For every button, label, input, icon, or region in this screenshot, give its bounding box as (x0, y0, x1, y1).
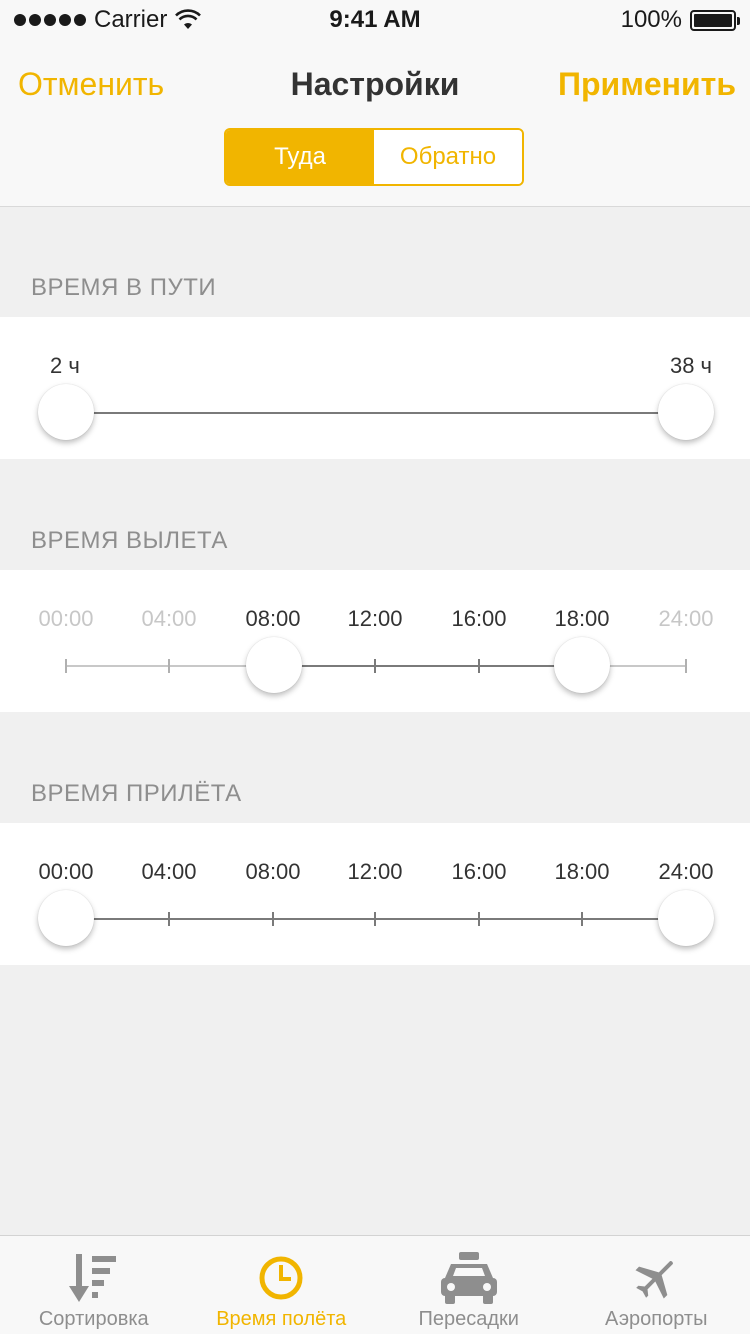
arrival-tick-label: 18:00 (554, 859, 610, 884)
cancel-button[interactable]: Отменить (18, 66, 164, 103)
travel-time-track[interactable] (66, 412, 686, 414)
status-bar: Carrier 9:41 AM 100% (0, 0, 750, 40)
travel-time-max-handle[interactable] (658, 384, 714, 440)
tab-sorting[interactable]: Сортировка (0, 1236, 188, 1334)
arrival-tick-label: 00:00 (38, 859, 94, 884)
arrival-tick-label: 04:00 (141, 859, 197, 884)
departure-tick (168, 659, 170, 673)
travel-time-max-label: 38 ч (669, 353, 712, 378)
arrival-tick (478, 912, 480, 926)
arrival-tick-label: 16:00 (451, 859, 507, 884)
arrival-tick (581, 912, 583, 926)
tab-airports-label: Аэропорты (605, 1308, 708, 1330)
departure-tick (685, 659, 687, 673)
arrival-tick-label: 08:00 (245, 859, 301, 884)
arrival-track[interactable] (66, 918, 686, 920)
departure-to-handle[interactable] (554, 637, 610, 693)
apply-button[interactable]: Применить (558, 66, 736, 103)
arrival-from-handle[interactable] (38, 890, 94, 946)
departure-section-title: ВРЕМЯ ВЫЛЕТА (31, 527, 228, 554)
tab-sorting-label: Сортировка (38, 1308, 149, 1330)
tab-transfers[interactable]: Пересадки (375, 1236, 563, 1334)
battery-icon (690, 9, 740, 31)
tab-transfers-label: Пересадки (418, 1308, 519, 1330)
departure-selected-range (274, 665, 582, 667)
travel-time-section-title: ВРЕМЯ В ПУТИ (31, 274, 217, 301)
departure-tick (478, 659, 480, 673)
departure-tick-label: 24:00 (658, 606, 714, 631)
arrival-slider-card: 00:00 04:00 08:00 12:00 16:00 18:00 24:0… (0, 823, 750, 965)
travel-time-min-label: 2 ч (50, 353, 80, 378)
navigation-header: Carrier 9:41 AM 100% Отменить Настройки … (0, 0, 750, 207)
departure-tick-label: 08:00 (245, 606, 301, 631)
arrival-tick (272, 912, 274, 926)
departure-tick-label: 00:00 (38, 606, 94, 631)
airplane-icon (626, 1248, 686, 1308)
tab-bar: Сортировка Время полёта Пересадки Аэропо… (0, 1235, 750, 1334)
travel-time-slider-card: 2 ч 38 ч (0, 317, 750, 459)
sort-icon (64, 1248, 124, 1308)
direction-segmented-control: Туда Обратно (224, 128, 524, 186)
battery-percent: 100% (620, 6, 682, 33)
departure-tick-label: 04:00 (141, 606, 197, 631)
arrival-tick (374, 912, 376, 926)
arrival-to-handle[interactable] (658, 890, 714, 946)
arrival-tick-label: 12:00 (347, 859, 403, 884)
arrival-section-title: ВРЕМЯ ПРИЛЁТА (31, 780, 242, 807)
departure-tick-label: 12:00 (347, 606, 403, 631)
segment-outbound[interactable]: Туда (226, 130, 374, 184)
departure-tick-label: 18:00 (554, 606, 610, 631)
arrival-tick (168, 912, 170, 926)
tab-flight-time[interactable]: Время полёта (188, 1236, 376, 1334)
departure-tick (65, 659, 67, 673)
taxi-icon (439, 1248, 499, 1308)
departure-slider-card: 00:00 04:00 08:00 12:00 16:00 18:00 24:0… (0, 570, 750, 712)
departure-tick (374, 659, 376, 673)
tab-flight-time-label: Время полёта (216, 1308, 347, 1330)
departure-tick-label: 16:00 (451, 606, 507, 631)
arrival-tick-label: 24:00 (658, 859, 714, 884)
departure-from-handle[interactable] (246, 637, 302, 693)
travel-time-min-handle[interactable] (38, 384, 94, 440)
tab-airports[interactable]: Аэропорты (563, 1236, 750, 1334)
segment-return[interactable]: Обратно (374, 130, 522, 184)
clock-icon (251, 1248, 311, 1308)
